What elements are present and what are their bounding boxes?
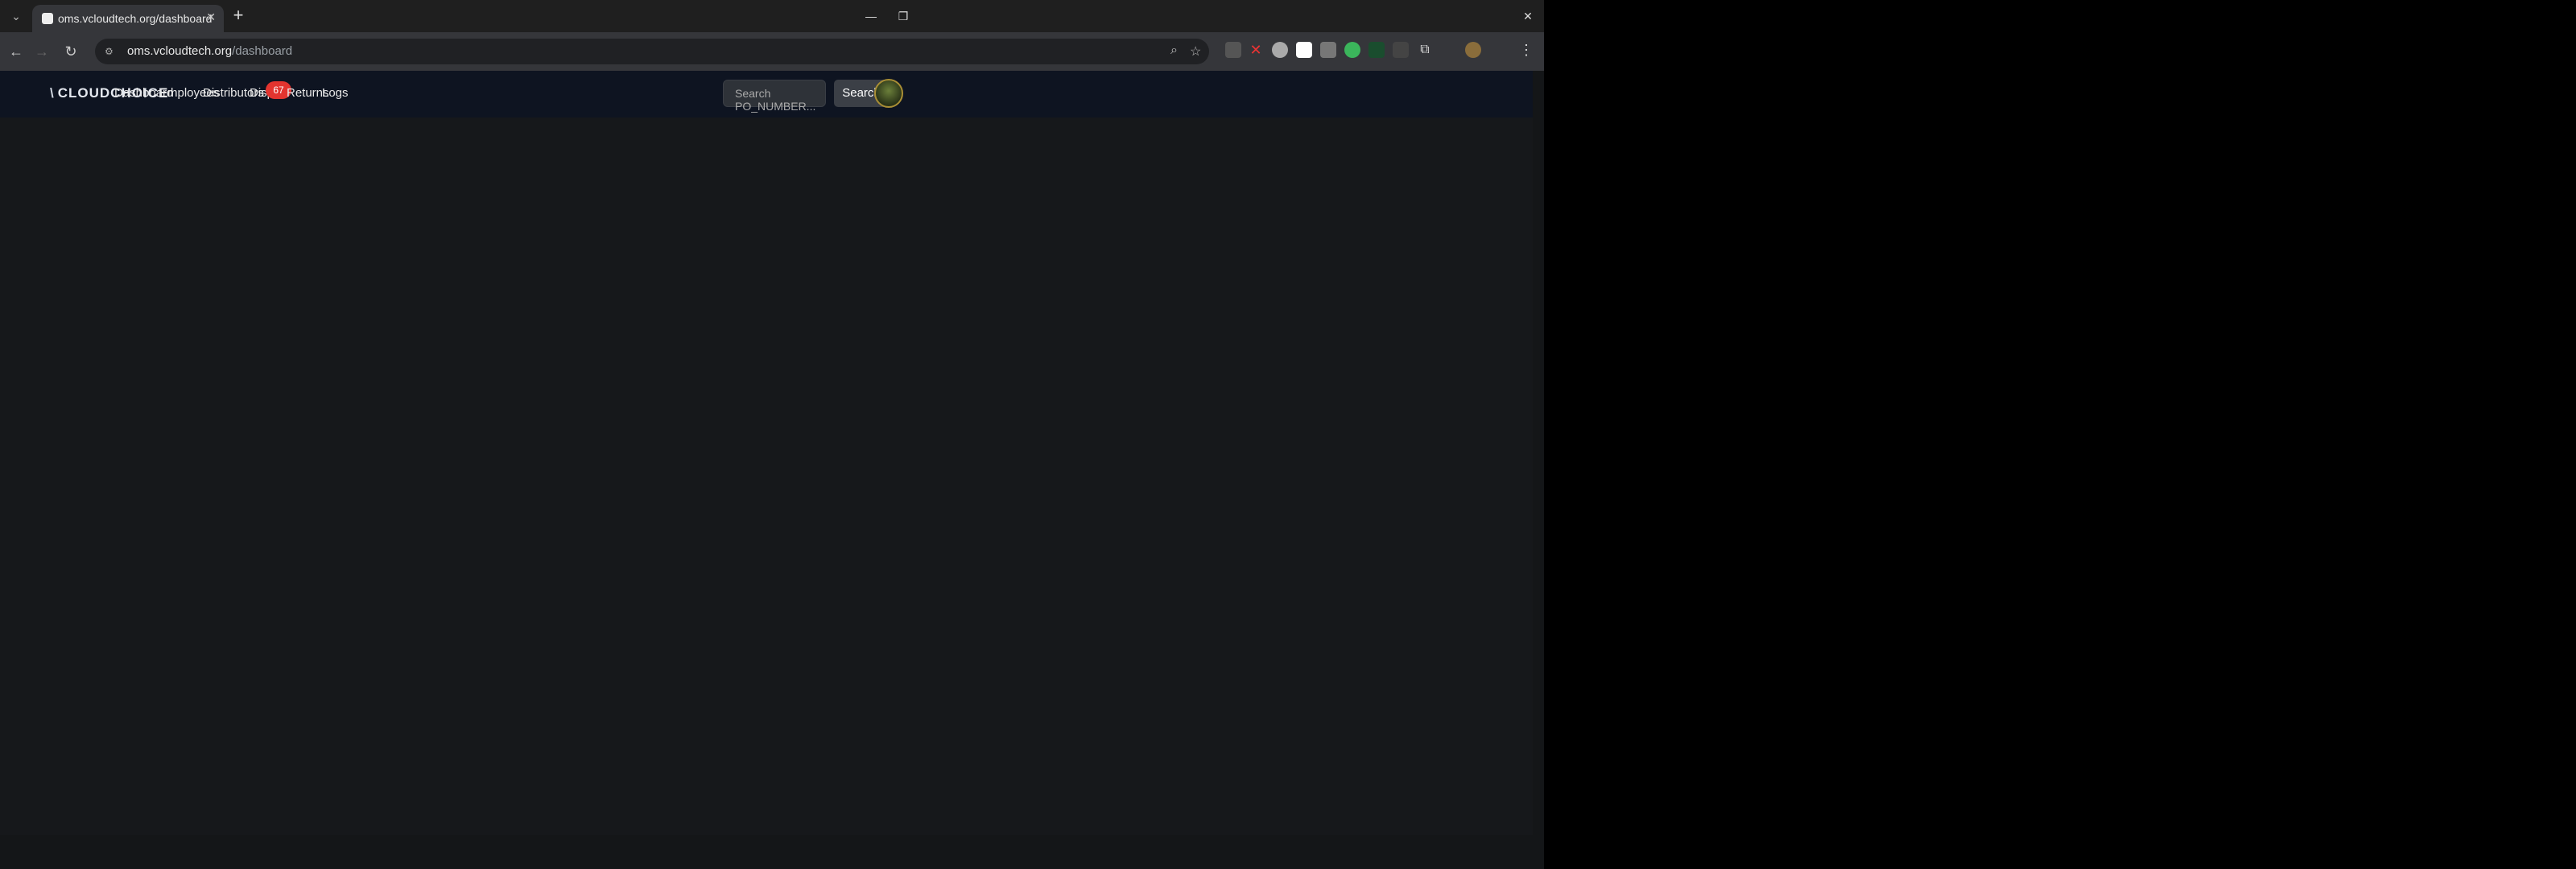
primary-monitor: ⌄ oms.vcloudtech.org/dashboard ✕ + — ❐ ✕… — [0, 0, 1544, 869]
tab-close-icon[interactable]: ✕ — [206, 10, 216, 24]
reload-icon[interactable]: ↻ — [61, 42, 80, 61]
restore-icon[interactable]: ❐ — [887, 5, 919, 27]
extension-fd-icon[interactable] — [1296, 42, 1312, 58]
forward-icon[interactable]: → — [32, 42, 52, 61]
browser-toolbar: ← → ↻ ⚙ oms.vcloudtech.org/dashboard ⌕ ☆… — [0, 32, 1544, 71]
browser-tabstrip: ⌄ oms.vcloudtech.org/dashboard ✕ + — ❐ ✕ — [0, 0, 1544, 32]
nav-logs[interactable]: Logs — [322, 86, 349, 100]
extension-x-icon[interactable]: ✕ — [1248, 42, 1264, 58]
minimize-icon[interactable]: — — [855, 5, 887, 27]
po-number-search-input[interactable]: Search PO_NUMBER... — [723, 80, 826, 113]
close-window-icon[interactable]: ✕ — [1512, 5, 1544, 27]
tab-search-icon[interactable]: ⌄ — [6, 6, 26, 26]
user-avatar[interactable] — [874, 79, 903, 108]
extensions-puzzle-icon[interactable]: ⧉ — [1417, 42, 1433, 58]
back-icon[interactable]: ← — [6, 42, 26, 61]
tab-title: oms.vcloudtech.org/dashboard — [58, 12, 213, 25]
site-navbar: \ CLOUDCHOICE Dashboard Employees Distrib… — [0, 71, 1533, 117]
bookmark-star-icon[interactable]: ☆ — [1190, 43, 1201, 60]
web-page: \ CLOUDCHOICE Dashboard Employees Distrib… — [0, 71, 1533, 835]
extension-shield-icon[interactable] — [1344, 42, 1360, 58]
tab-favicon-icon — [42, 13, 53, 24]
new-tab-button[interactable]: + — [229, 6, 248, 26]
extension-icon[interactable] — [1225, 42, 1241, 58]
profile-icon[interactable] — [1465, 42, 1481, 58]
zoom-icon[interactable]: ⌕ — [1170, 43, 1178, 58]
address-bar[interactable]: ⚙ oms.vcloudtech.org/dashboard ⌕ ☆ — [95, 39, 1209, 64]
extension-image-icon[interactable] — [1320, 42, 1336, 58]
logo-mark-icon: \ — [50, 85, 55, 101]
extension-circle-icon[interactable] — [1272, 42, 1288, 58]
browser-tab-active[interactable]: oms.vcloudtech.org/dashboard ✕ — [32, 5, 224, 32]
url-text: oms.vcloudtech.org/dashboard — [127, 44, 293, 58]
extension-dark-icon[interactable] — [1393, 42, 1409, 58]
site-info-icon[interactable]: ⚙ — [105, 45, 118, 58]
browser-menu-icon[interactable]: ⋮ — [1518, 42, 1534, 58]
extension-green-icon[interactable] — [1368, 42, 1385, 58]
